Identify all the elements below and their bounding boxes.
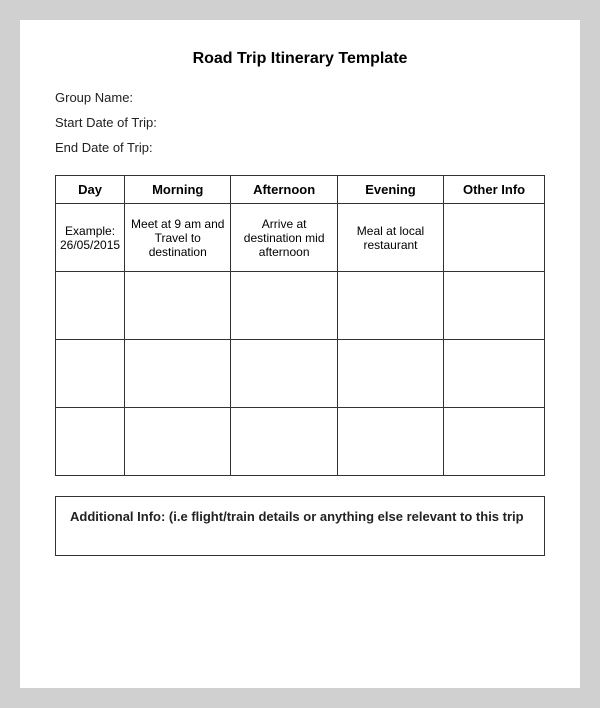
cell-afternoon-3 [231,408,337,476]
cell-evening-3 [337,408,443,476]
cell-afternoon-2 [231,340,337,408]
cell-afternoon-0: Arrive at destination mid afternoon [231,204,337,272]
cell-day-2 [56,340,125,408]
cell-other-1 [444,272,545,340]
table-row: Example: 26/05/2015 Meet at 9 am and Tra… [56,204,545,272]
itinerary-table: Day Morning Afternoon Evening Other Info… [55,175,545,476]
header-other-info: Other Info [444,176,545,204]
table-row [56,272,545,340]
additional-info-box: Additional Info: (i.e flight/train detai… [55,496,545,556]
cell-evening-1 [337,272,443,340]
cell-afternoon-1 [231,272,337,340]
end-date-label: End Date of Trip: [55,140,545,155]
cell-day-1 [56,272,125,340]
group-name-label: Group Name: [55,90,545,105]
cell-other-3 [444,408,545,476]
cell-morning-2 [125,340,231,408]
header-morning: Morning [125,176,231,204]
page-title: Road Trip Itinerary Template [55,50,545,68]
cell-evening-0: Meal at local restaurant [337,204,443,272]
header-afternoon: Afternoon [231,176,337,204]
cell-other-0 [444,204,545,272]
cell-day-3 [56,408,125,476]
form-fields: Group Name: Start Date of Trip: End Date… [55,90,545,155]
header-day: Day [56,176,125,204]
cell-evening-2 [337,340,443,408]
table-row [56,408,545,476]
table-header-row: Day Morning Afternoon Evening Other Info [56,176,545,204]
page: Road Trip Itinerary Template Group Name:… [20,20,580,688]
cell-morning-0: Meet at 9 am and Travel to destination [125,204,231,272]
start-date-label: Start Date of Trip: [55,115,545,130]
cell-morning-1 [125,272,231,340]
table-row [56,340,545,408]
cell-day-0: Example: 26/05/2015 [56,204,125,272]
cell-other-2 [444,340,545,408]
cell-morning-3 [125,408,231,476]
header-evening: Evening [337,176,443,204]
